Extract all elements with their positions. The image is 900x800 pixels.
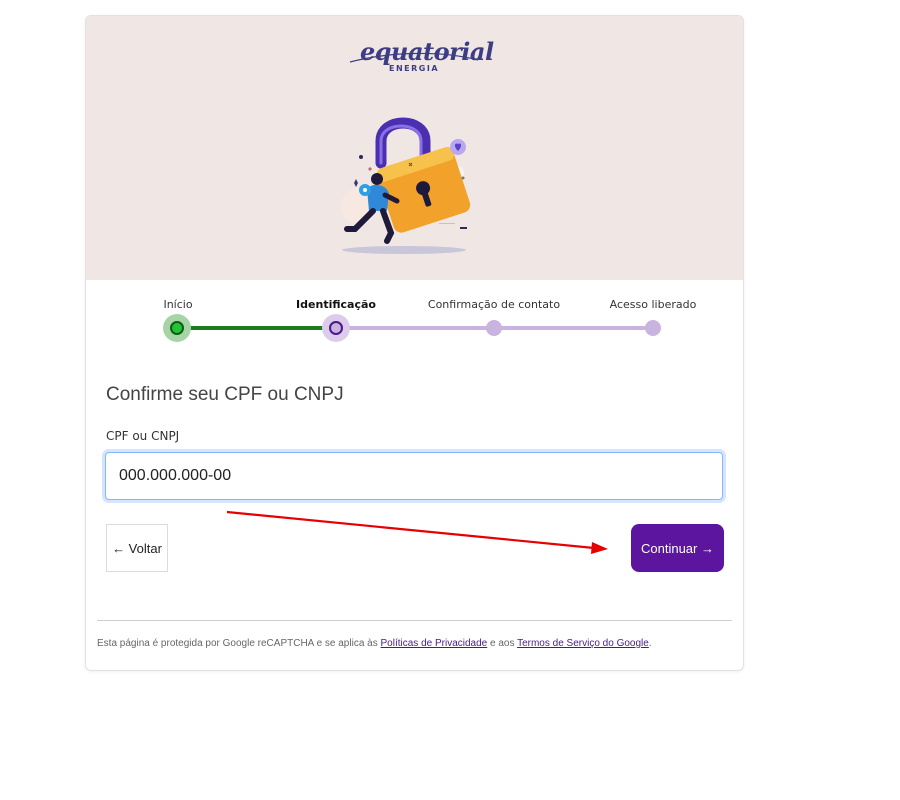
recaptcha-footer: Esta página é protegida por Google reCAP…	[97, 638, 737, 649]
cpf-cnpj-input[interactable]	[105, 452, 723, 500]
privacy-policy-link[interactable]: Políticas de Privacidade	[381, 638, 488, 649]
step-label-confirmacao: Confirmação de contato	[427, 298, 561, 311]
step-dot-identificacao	[329, 321, 343, 335]
cpf-field-label: CPF ou CNPJ	[106, 429, 180, 443]
equatorial-logo: equatorial ENERGIA	[348, 37, 494, 78]
stepper-track-done	[178, 326, 336, 330]
continue-button[interactable]: Continuar →	[631, 524, 724, 572]
step-label-inicio: Início	[163, 298, 193, 311]
form-heading: Confirme seu CPF ou CNPJ	[106, 384, 344, 405]
footer-text-middle: e aos	[487, 638, 518, 649]
step-label-identificacao: Identificação	[296, 298, 376, 311]
hero-banner: equatorial ENERGIA	[86, 16, 743, 280]
footer-text-before: Esta página é protegida por Google reCAP…	[97, 638, 381, 649]
step-label-acesso: Acesso liberado	[609, 298, 697, 311]
step-dot-inicio	[170, 321, 184, 335]
back-button[interactable]: ← Voltar	[106, 524, 168, 572]
login-card: equatorial ENERGIA Início Identificação …	[85, 15, 744, 671]
footer-text-after: .	[648, 638, 652, 649]
progress-stepper: Início Identificação Confirmação de cont…	[86, 296, 743, 356]
footer-divider	[97, 620, 732, 621]
padlock-illustration	[341, 117, 471, 254]
logo-wordmark: equatorial	[360, 37, 494, 66]
logo-subtext: ENERGIA	[388, 64, 440, 73]
step-dot-confirmacao	[486, 320, 502, 336]
step-dot-acesso	[645, 320, 661, 336]
terms-of-service-link[interactable]: Termos de Serviço do Google	[517, 638, 649, 649]
